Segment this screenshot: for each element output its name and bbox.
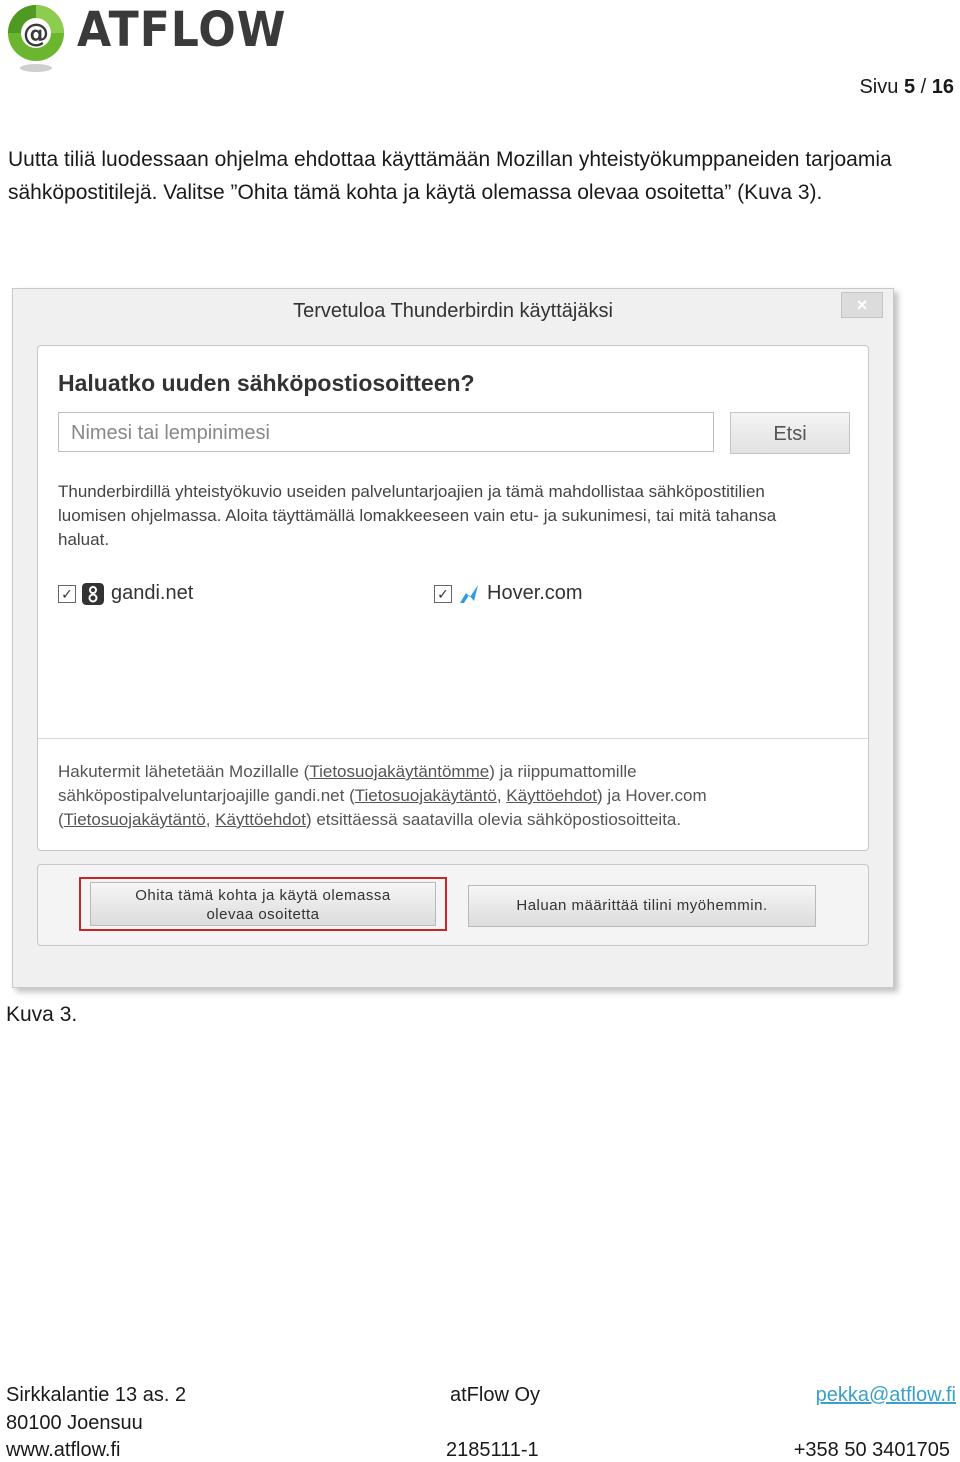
intro-paragraph: Uutta tiliä luodessaan ohjelma ehdottaa … [8,148,892,204]
panel-description: Thunderbirdillä yhteistyökuvio useiden p… [58,482,777,549]
footer-phone: +358 50 3401705 [793,1439,950,1461]
page-total: 16 [931,76,954,98]
panel-question: Haluatko uuden sähköpostiosoitteen? [58,370,475,396]
provider-name-gandi: gandi.net [111,582,194,604]
privacy-text: ) etsittäessä saatavilla olevia sähköpos… [305,810,682,829]
gandi-icon [82,582,104,605]
terms-link-gandi[interactable]: Käyttöehdot [506,786,597,805]
atflow-logo-icon: @ [8,5,64,72]
logo-wordmark: ATFLOW [77,2,287,58]
footer-business-id: 2185111-1 [446,1439,539,1461]
provider-hover[interactable]: ✓ Hover.com [434,582,583,605]
privacy-text: Hakutermit lähetetään Mozillalle ( [58,762,310,781]
button-bar: Ohita tämä kohta ja käytä olemassa oleva… [37,864,869,946]
privacy-text: , [205,810,216,829]
checkbox-hover[interactable]: ✓ [434,584,452,603]
page-separator: / [920,76,927,98]
footer-company: atFlow Oy [450,1384,541,1406]
welcome-dialog: Tervetuloa Thunderbirdin käyttäjäksi × H… [12,288,894,988]
figure-caption: Kuva 3. [6,1003,78,1026]
privacy-text: , [496,786,507,805]
provider-name-hover: Hover.com [487,582,583,604]
dialog-title: Tervetuloa Thunderbirdin käyttäjäksi [293,300,613,322]
new-address-panel: Haluatko uuden sähköpostiosoitteen? Nime… [37,345,869,851]
close-icon[interactable]: × [841,292,883,318]
setup-later-button[interactable]: Haluan määrittää tilini myöhemmin. [468,885,816,927]
privacy-link-gandi[interactable]: Tietosuojakäytäntö [355,786,497,805]
checkbox-gandi[interactable]: ✓ [58,584,76,603]
footer-web[interactable]: www.atflow.fi [6,1439,120,1462]
highlight-box [79,877,447,931]
page-number: Sivu 5 / 16 [859,76,954,99]
page-label: Sivu [859,76,899,98]
atflow-logo: @ ATFLOW [5,2,285,74]
footer-email-link[interactable]: pekka@atflow.fi [816,1384,956,1407]
hover-icon [460,584,478,603]
search-button[interactable]: Etsi [730,412,850,454]
panel-divider [38,738,868,739]
privacy-link-mozilla[interactable]: Tietosuojakäytäntömme [309,762,489,781]
svg-text:@: @ [23,19,49,49]
footer-address1: Sirkkalantie 13 as. 2 [6,1384,187,1406]
privacy-link-hover[interactable]: Tietosuojakäytäntö [64,810,206,829]
footer-address2: 80100 Joensuu [6,1412,143,1434]
page-current: 5 [903,76,916,98]
privacy-notice: Hakutermit lähetetään Mozillalle (Tietos… [58,760,838,832]
provider-gandi[interactable]: ✓ gandi.net [58,582,193,605]
name-input[interactable]: Nimesi tai lempinimesi [58,412,714,452]
terms-link-hover[interactable]: Käyttöehdot [215,810,306,829]
